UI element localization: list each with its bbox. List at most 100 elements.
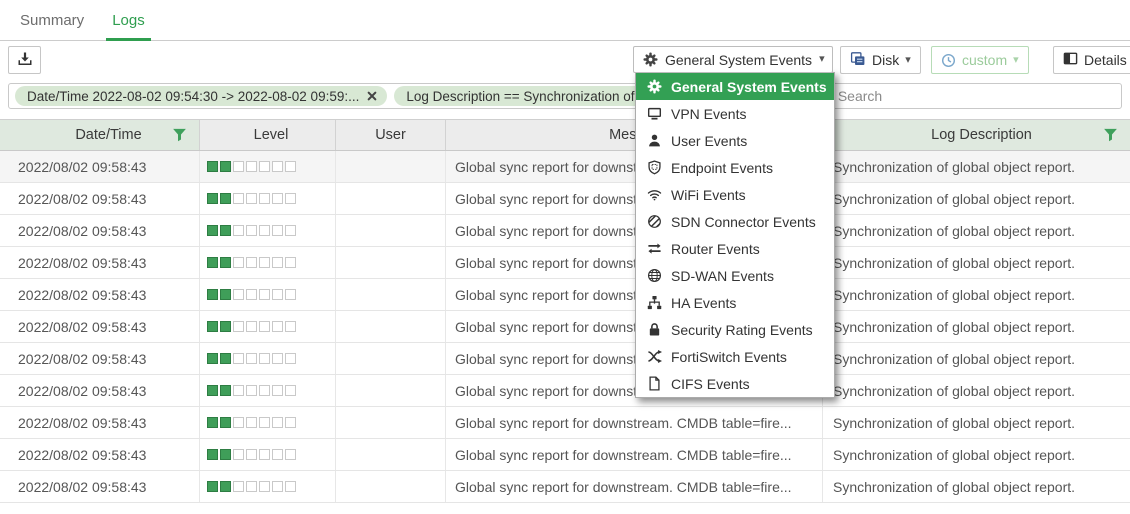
message-cell: Global sync report for downstream. CMDB …	[446, 471, 823, 502]
level-square	[285, 193, 296, 204]
table-row[interactable]: 2022/08/02 09:58:43 Global sync report f…	[0, 311, 1130, 343]
event-type-dropdown-button[interactable]: General System Events ▾	[633, 46, 833, 73]
level-square	[272, 225, 283, 236]
level-square	[220, 321, 231, 332]
table-row[interactable]: 2022/08/02 09:58:43 Global sync report f…	[0, 471, 1130, 503]
tab-logs[interactable]: Logs	[98, 0, 159, 40]
column-header[interactable]: User	[336, 120, 446, 150]
level-square	[285, 161, 296, 172]
disk-location-button[interactable]: Disk ▾	[840, 46, 921, 74]
table-row[interactable]: 2022/08/02 09:58:43 Global sync report f…	[0, 215, 1130, 247]
router-icon	[646, 241, 663, 256]
menu-item[interactable]: VPN Events	[636, 100, 834, 127]
level-square	[233, 193, 244, 204]
log-table: Date/Time Level User Message Log Descrip…	[0, 119, 1130, 503]
level-square	[272, 321, 283, 332]
disk-label: Disk	[872, 52, 899, 68]
table-row[interactable]: 2022/08/02 09:58:43 Global sync report f…	[0, 375, 1130, 407]
menu-item[interactable]: User Events	[636, 127, 834, 154]
level-cell	[200, 375, 336, 406]
table-row[interactable]: 2022/08/02 09:58:43 Global sync report f…	[0, 247, 1130, 279]
menu-item[interactable]: SDN Connector Events	[636, 208, 834, 235]
filter-pill[interactable]: Date/Time 2022-08-02 09:54:30 -> 2022-08…	[15, 86, 387, 106]
menu-item-label: User Events	[671, 133, 747, 149]
level-square	[246, 161, 257, 172]
level-cell	[200, 439, 336, 470]
custom-time-button[interactable]: custom ▾	[931, 46, 1029, 74]
table-row[interactable]: 2022/08/02 09:58:43 Global sync report f…	[0, 407, 1130, 439]
level-square	[285, 481, 296, 492]
user-cell	[336, 215, 446, 246]
level-square	[246, 385, 257, 396]
level-square	[259, 225, 270, 236]
level-indicator	[207, 193, 296, 204]
level-square	[272, 449, 283, 460]
datetime-cell: 2022/08/02 09:58:43	[0, 343, 200, 374]
user-cell	[336, 343, 446, 374]
level-cell	[200, 311, 336, 342]
user-cell	[336, 151, 446, 182]
level-square	[233, 225, 244, 236]
level-square	[259, 353, 270, 364]
level-square	[220, 193, 231, 204]
level-square	[207, 449, 218, 460]
column-header[interactable]: Level	[200, 120, 336, 150]
datetime-cell: 2022/08/02 09:58:43	[0, 439, 200, 470]
level-square	[207, 321, 218, 332]
table-row[interactable]: 2022/08/02 09:58:43 Global sync report f…	[0, 183, 1130, 215]
column-header[interactable]: Log Description	[823, 120, 1130, 150]
pill-close-icon[interactable]	[366, 90, 378, 102]
level-square	[272, 417, 283, 428]
filter-search-bar[interactable]: Date/Time 2022-08-02 09:54:30 -> 2022-08…	[8, 83, 1122, 109]
log-description-cell: Synchronization of global object report.	[823, 343, 1130, 374]
level-square	[246, 449, 257, 460]
menu-item-label: FortiSwitch Events	[671, 349, 787, 365]
table-row[interactable]: 2022/08/02 09:58:43 Global sync report f…	[0, 279, 1130, 311]
download-button[interactable]	[8, 46, 41, 74]
menu-item[interactable]: SD-WAN Events	[636, 262, 834, 289]
lock-icon	[646, 322, 663, 337]
custom-time-label: custom	[962, 52, 1007, 68]
level-square	[246, 193, 257, 204]
level-square	[272, 353, 283, 364]
menu-item[interactable]: Security Rating Events	[636, 316, 834, 343]
column-header[interactable]: Date/Time	[0, 120, 200, 150]
user-cell	[336, 407, 446, 438]
menu-item-label: Router Events	[671, 241, 760, 257]
menu-item[interactable]: General System Events	[636, 73, 834, 100]
menu-item[interactable]: HA Events	[636, 289, 834, 316]
menu-item-label: Security Rating Events	[671, 322, 813, 338]
level-square	[272, 257, 283, 268]
filter-funnel-icon[interactable]	[172, 128, 187, 143]
level-square	[207, 385, 218, 396]
tab-summary[interactable]: Summary	[6, 0, 98, 40]
menu-item[interactable]: Endpoint Events	[636, 154, 834, 181]
level-square	[220, 417, 231, 428]
level-square	[233, 353, 244, 364]
level-square	[233, 161, 244, 172]
search-input[interactable]	[836, 87, 1115, 105]
details-button[interactable]: Details	[1053, 46, 1130, 74]
table-row[interactable]: 2022/08/02 09:58:43 Global sync report f…	[0, 439, 1130, 471]
table-row[interactable]: 2022/08/02 09:58:43 Global sync report f…	[0, 151, 1130, 183]
level-square	[233, 449, 244, 460]
level-indicator	[207, 353, 296, 364]
menu-item[interactable]: WiFi Events	[636, 181, 834, 208]
log-description-cell: Synchronization of global object report.	[823, 311, 1130, 342]
menu-item-label: CIFS Events	[671, 376, 750, 392]
level-square	[220, 481, 231, 492]
level-square	[233, 481, 244, 492]
datetime-cell: 2022/08/02 09:58:43	[0, 215, 200, 246]
level-indicator	[207, 321, 296, 332]
filter-funnel-icon[interactable]	[1103, 128, 1118, 143]
details-panel-icon	[1063, 51, 1078, 69]
message-cell: Global sync report for downstream. CMDB …	[446, 407, 823, 438]
table-row[interactable]: 2022/08/02 09:58:43 Global sync report f…	[0, 343, 1130, 375]
level-square	[272, 193, 283, 204]
menu-item[interactable]: Router Events	[636, 235, 834, 262]
level-square	[220, 353, 231, 364]
level-square	[285, 257, 296, 268]
menu-item[interactable]: CIFS Events	[636, 370, 834, 397]
menu-item[interactable]: FortiSwitch Events	[636, 343, 834, 370]
datetime-cell: 2022/08/02 09:58:43	[0, 407, 200, 438]
